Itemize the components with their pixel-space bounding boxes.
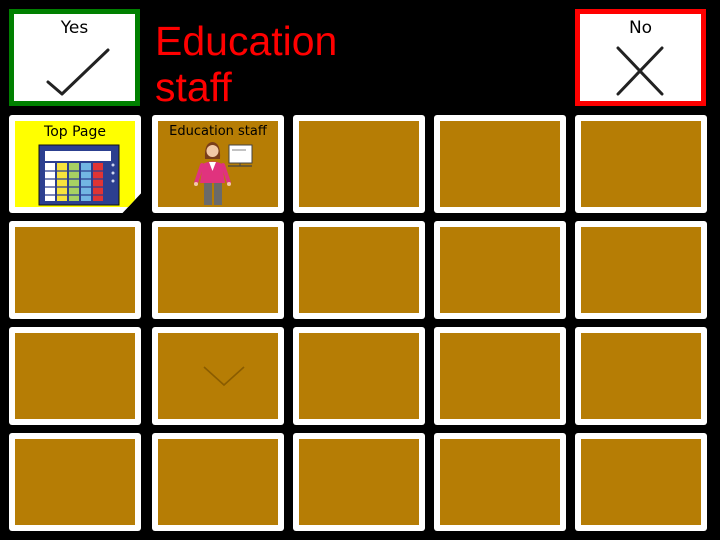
cell-background [581, 227, 701, 313]
top-page-button[interactable]: Top Page [9, 115, 141, 213]
cross-icon [616, 46, 664, 96]
empty-cell [575, 327, 707, 425]
yes-label: Yes [60, 18, 89, 38]
no-button[interactable]: No [575, 9, 706, 106]
empty-cell [9, 327, 141, 425]
empty-cell [152, 433, 284, 531]
scroll-down-cell [158, 333, 278, 419]
empty-cell [434, 433, 566, 531]
page-title: Education staff [155, 18, 338, 110]
yes-button[interactable]: Yes [9, 9, 140, 106]
checkmark-icon [46, 48, 110, 96]
education-staff-cell: Education staff [158, 121, 278, 207]
cell-background [440, 227, 560, 313]
cell-background [299, 227, 419, 313]
scroll-down-button[interactable] [152, 327, 284, 425]
empty-cell [293, 221, 425, 319]
empty-cell [152, 221, 284, 319]
cell-background [299, 439, 419, 525]
empty-cell [434, 115, 566, 213]
no-label: No [628, 18, 653, 38]
chevron-down-icon [203, 366, 245, 387]
cell-background [299, 333, 419, 419]
cell-background [15, 333, 135, 419]
empty-cell [293, 115, 425, 213]
cell-background [158, 227, 278, 313]
cell-background [299, 121, 419, 207]
grid-board-icon [38, 144, 120, 206]
cell-background [581, 121, 701, 207]
empty-cell [293, 433, 425, 531]
empty-cell [9, 221, 141, 319]
cell-background [440, 333, 560, 419]
empty-cell [575, 115, 707, 213]
empty-cell [9, 433, 141, 531]
cell-background [158, 439, 278, 525]
empty-cell [575, 433, 707, 531]
teacher-icon [194, 142, 253, 205]
empty-cell [434, 327, 566, 425]
cell-background [581, 333, 701, 419]
cell-background [15, 439, 135, 525]
cell-background [440, 439, 560, 525]
empty-cell [575, 221, 707, 319]
empty-cell [434, 221, 566, 319]
top-page-cell: Top Page [15, 121, 135, 207]
cell-background [581, 439, 701, 525]
cell-background [15, 227, 135, 313]
empty-cell [293, 327, 425, 425]
education-staff-button[interactable]: Education staff [152, 115, 284, 213]
cell-background [440, 121, 560, 207]
